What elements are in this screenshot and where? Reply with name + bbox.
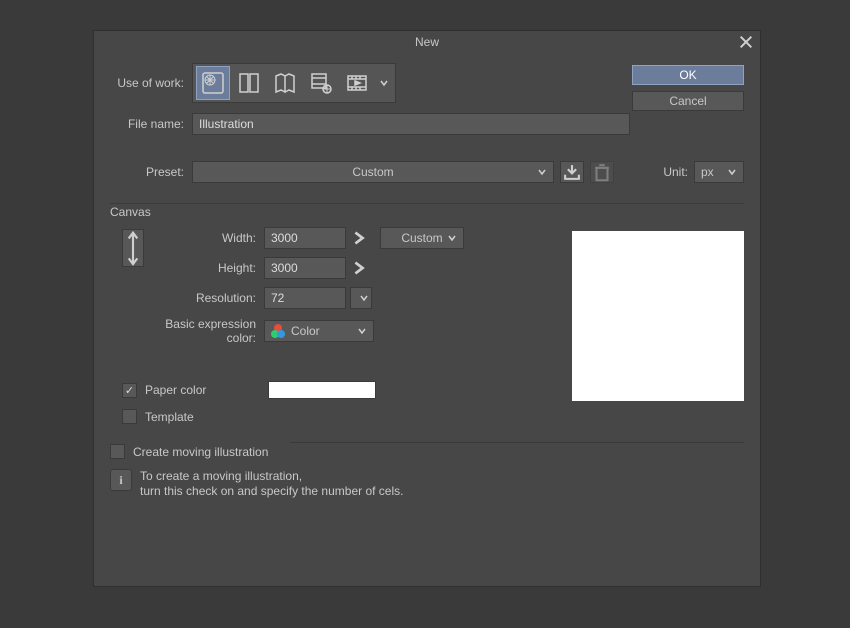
height-arrow[interactable] bbox=[350, 257, 368, 279]
size-preset-value: Custom bbox=[401, 231, 442, 245]
save-preset-button[interactable] bbox=[560, 161, 584, 183]
trash-icon bbox=[591, 161, 613, 183]
preset-select[interactable]: Custom bbox=[192, 161, 554, 183]
moving-illustration-label: Create moving illustration bbox=[133, 445, 268, 459]
close-button[interactable] bbox=[738, 34, 754, 50]
work-type-selector bbox=[192, 63, 396, 103]
size-preset-select[interactable]: Custom bbox=[380, 227, 464, 249]
expression-color-value: Color bbox=[291, 324, 320, 338]
chevron-down-icon bbox=[357, 326, 367, 336]
cancel-button[interactable]: Cancel bbox=[632, 91, 744, 111]
unit-select[interactable]: px bbox=[694, 161, 744, 183]
chevron-right-icon bbox=[350, 259, 368, 277]
orientation-icon bbox=[123, 227, 143, 270]
preset-value: Custom bbox=[352, 165, 393, 179]
resolution-label: Resolution: bbox=[154, 291, 264, 305]
film-settings-icon bbox=[308, 70, 334, 96]
work-type-animation[interactable] bbox=[340, 66, 374, 100]
close-icon bbox=[738, 34, 754, 50]
width-label: Width: bbox=[154, 231, 264, 245]
moving-illustration-checkbox[interactable] bbox=[110, 444, 125, 459]
delete-preset-button bbox=[590, 161, 614, 183]
height-input[interactable] bbox=[264, 257, 346, 279]
expression-color-select[interactable]: Color bbox=[264, 320, 374, 342]
chevron-down-icon bbox=[359, 293, 369, 303]
moving-info-text: To create a moving illustration, turn th… bbox=[140, 469, 403, 499]
template-label: Template bbox=[145, 410, 194, 424]
book-icon bbox=[272, 70, 298, 96]
info-icon: i bbox=[110, 469, 132, 491]
canvas-legend: Canvas bbox=[110, 205, 157, 219]
unit-value: px bbox=[701, 165, 714, 179]
save-preset-icon bbox=[561, 161, 583, 183]
chevron-down-icon bbox=[447, 233, 457, 243]
file-name-input[interactable] bbox=[192, 113, 630, 135]
template-checkbox[interactable] bbox=[122, 409, 137, 424]
paper-color-swatch[interactable] bbox=[268, 381, 376, 399]
preset-label: Preset: bbox=[110, 165, 192, 179]
orientation-toggle[interactable] bbox=[122, 229, 144, 267]
file-name-label: File name: bbox=[110, 117, 192, 131]
width-arrow[interactable] bbox=[350, 227, 368, 249]
ok-button[interactable]: OK bbox=[632, 65, 744, 85]
resolution-input[interactable] bbox=[264, 287, 346, 309]
work-type-comic[interactable] bbox=[232, 66, 266, 100]
dialog-title: New bbox=[415, 35, 439, 49]
chevron-down-icon bbox=[379, 78, 389, 88]
animation-icon bbox=[344, 70, 370, 96]
height-label: Height: bbox=[154, 261, 264, 275]
paper-color-label: Paper color bbox=[145, 383, 206, 397]
work-type-show-all[interactable] bbox=[304, 66, 338, 100]
work-type-book[interactable] bbox=[268, 66, 302, 100]
chevron-down-icon bbox=[727, 167, 737, 177]
unit-label: Unit: bbox=[663, 165, 688, 179]
titlebar: New bbox=[94, 31, 760, 53]
width-input[interactable] bbox=[264, 227, 346, 249]
chevron-down-icon bbox=[537, 167, 547, 177]
new-document-dialog: New OK Cancel Use of work: bbox=[93, 30, 761, 587]
rgb-icon bbox=[271, 324, 285, 338]
comic-icon bbox=[236, 70, 262, 96]
expression-color-label: Basic expression color: bbox=[134, 317, 264, 345]
resolution-preset-select[interactable] bbox=[350, 287, 372, 309]
use-of-work-label: Use of work: bbox=[110, 76, 192, 90]
work-type-illustration[interactable] bbox=[196, 66, 230, 100]
canvas-preview bbox=[572, 231, 744, 401]
chevron-right-icon bbox=[350, 229, 368, 247]
paper-color-checkbox[interactable] bbox=[122, 383, 137, 398]
work-type-dropdown[interactable] bbox=[375, 66, 393, 100]
illustration-icon bbox=[200, 70, 226, 96]
